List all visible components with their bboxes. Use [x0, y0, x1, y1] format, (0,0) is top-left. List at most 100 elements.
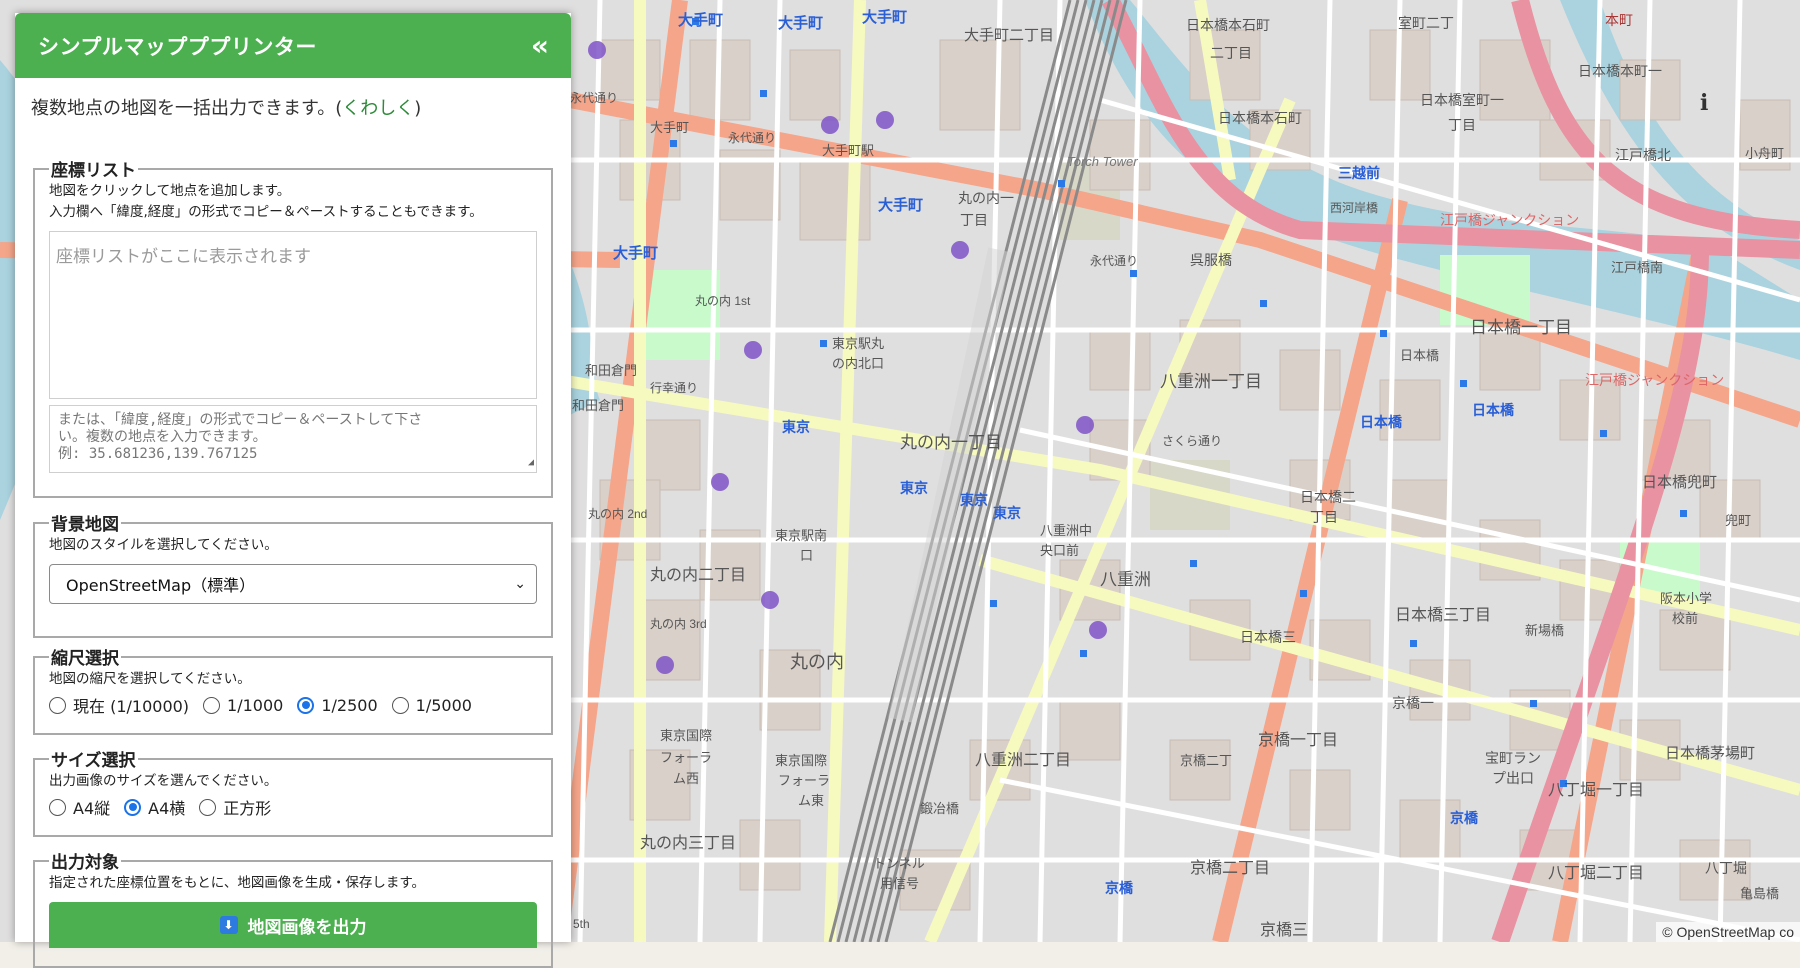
radio-button[interactable]	[203, 696, 221, 714]
coords-section: 座標リスト 地図をクリックして地点を追加します。 入力欄へ「緯度,経度」の形式で…	[33, 156, 553, 498]
resize-grip-icon[interactable]: ◢	[528, 454, 534, 471]
map-label: 京橋	[1450, 810, 1479, 826]
panel-title: シンプルマップププリンター	[38, 34, 317, 59]
map-label: 大手町駅	[822, 143, 874, 158]
map-label: 校前	[1672, 611, 1698, 626]
map-label: 江戸橋ジャンクション	[1585, 372, 1724, 388]
map-label: の内北口	[832, 356, 884, 371]
map-label: 日本橋本石町	[1218, 110, 1302, 126]
map-label: 八丁堀	[1705, 860, 1747, 876]
map-label: 大手町	[650, 120, 689, 135]
radio-button-selected[interactable]	[297, 696, 315, 714]
panel-header: シンプルマップププリンター «	[15, 13, 571, 78]
export-map-button[interactable]: ⬇ 地図画像を出力	[49, 902, 537, 948]
map-label: 江戸橋南	[1611, 260, 1663, 275]
size-option-label: A4横	[148, 799, 186, 818]
map-label: 日本橋	[1360, 414, 1403, 430]
radio-button[interactable]	[199, 798, 217, 816]
scale-option-5000[interactable]: 1/5000	[391, 696, 472, 715]
background-legend: 背景地図	[51, 515, 119, 535]
scale-option-label: 1/1000	[227, 695, 284, 715]
map-label: 日本橋三	[1240, 629, 1296, 645]
info-icon[interactable]: i	[1700, 90, 1708, 116]
size-option-label: 正方形	[223, 799, 272, 818]
map-label: 西河岸橋	[1330, 201, 1378, 215]
map-label: 丸の内 3rd	[650, 617, 707, 631]
size-option-label: A4縦	[73, 799, 111, 818]
map-label: 新場橋	[1525, 623, 1564, 638]
size-options: A4縦 A4横 正方形	[49, 795, 539, 819]
map-label: 本町	[1605, 12, 1633, 28]
radio-button-selected[interactable]	[124, 798, 142, 816]
map-label: 丁目	[960, 212, 988, 228]
collapse-panel-button[interactable]: «	[531, 31, 549, 60]
map-label: 丸の内 2nd	[588, 507, 647, 521]
map-label: 京橋一丁目	[1258, 731, 1338, 749]
export-button-label: 地図画像を出力	[247, 917, 367, 938]
map-attribution[interactable]: © OpenStreetMap co	[1656, 922, 1800, 942]
map-label: 大手町二丁目	[964, 27, 1054, 44]
map-label: 八丁堀二丁目	[1548, 864, 1644, 882]
map-label: Torch Tower	[1067, 154, 1138, 169]
map-label: 呉服橋	[1190, 252, 1232, 268]
map-label: 丸の内 1st	[695, 294, 751, 308]
details-link[interactable]: くわしく	[342, 98, 414, 119]
coords-list[interactable]: 座標リストがここに表示されます	[49, 231, 537, 399]
map-label: 三越前	[1338, 165, 1380, 181]
map-label: 京橋一	[1392, 695, 1434, 711]
scale-section: 縮尺選択 地図の縮尺を選択してください。 現在 (1/10000) 1/1000…	[33, 644, 553, 735]
size-option-a4-portrait[interactable]: A4縦	[49, 795, 110, 819]
map-label: 日本橋三丁目	[1395, 606, 1491, 624]
coords-desc-2: 入力欄へ「緯度,経度」の形式でコピー＆ペーストすることもできます。	[49, 204, 483, 220]
map-label: 大手町	[862, 8, 907, 26]
paste-placeholder-1: または、「緯度,経度」の形式でコピー＆ペーストして下さ	[58, 412, 423, 428]
scale-option-current[interactable]: 現在 (1/10000)	[49, 693, 189, 717]
map-label: 用信号	[880, 876, 919, 891]
size-desc: 出力画像のサイズを選んでください。	[49, 773, 278, 789]
map-label: 日本橋室町一	[1420, 92, 1504, 108]
map-label: 小舟町	[1745, 146, 1784, 161]
scale-option-label: 1/2500	[321, 695, 378, 715]
scale-option-2500[interactable]: 1/2500	[297, 695, 378, 715]
radio-button[interactable]	[49, 798, 66, 816]
size-option-square[interactable]: 正方形	[199, 795, 271, 819]
map-style-select[interactable]: OpenStreetMap（標準） ⌄	[49, 564, 537, 604]
map-label: 東京	[900, 480, 928, 496]
map-label: 日本橋	[1400, 348, 1439, 363]
map-label: 丸の内三丁目	[640, 834, 736, 852]
map-label: 宝町ラン	[1485, 750, 1541, 766]
map-label: 東京	[782, 419, 810, 435]
map-label: 大手町	[678, 11, 723, 29]
scale-options: 現在 (1/10000) 1/1000 1/2500 1/5000	[49, 693, 539, 717]
output-section: 出力対象 指定された座標位置をもとに、地図画像を生成・保存します。 ⬇ 地図画像…	[33, 848, 553, 968]
size-option-a4-landscape[interactable]: A4横	[124, 795, 185, 819]
scale-option-1000[interactable]: 1/1000	[203, 696, 283, 715]
map-label: 京橋二丁目	[1190, 859, 1270, 877]
map-label: 東京	[993, 505, 1021, 521]
map-label: 和田倉門	[572, 398, 624, 413]
radio-button[interactable]	[49, 696, 66, 714]
map-label: フォーラ	[778, 773, 830, 788]
map-label: 丸の内	[790, 652, 844, 672]
map-label: 八重洲二丁目	[975, 751, 1071, 769]
map-label: 日本橋茅場町	[1665, 745, 1755, 762]
paste-placeholder-3: 例: 35.681236,139.767125	[58, 446, 258, 462]
map-label: 東京国際	[660, 728, 712, 743]
map-label: 行幸通り	[650, 381, 698, 395]
map-label: フォーラ	[660, 750, 712, 765]
map-label: 二丁目	[1210, 45, 1252, 61]
map-label: 八重洲中	[1040, 523, 1092, 538]
scale-option-label: 現在 (1/10000)	[73, 697, 190, 716]
intro-text: 複数地点の地図を一括出力できます。(くわしく)	[15, 78, 571, 134]
map-label: 日本橋二	[1300, 489, 1356, 505]
map-label: プ出口	[1492, 770, 1534, 786]
coords-paste-input[interactable]: または、「緯度,経度」の形式でコピー＆ペーストして下さ い。複数の地点を入力でき…	[49, 405, 537, 473]
output-legend: 出力対象	[51, 853, 119, 873]
map-label: 大手町	[778, 14, 823, 32]
intro-close: )	[414, 98, 422, 119]
radio-button[interactable]	[391, 696, 409, 714]
map-label: 口	[800, 548, 813, 563]
map-label: 日本橋本町一	[1578, 63, 1662, 79]
map-label: 八重洲	[1100, 570, 1151, 589]
size-legend: サイズ選択	[51, 751, 136, 771]
